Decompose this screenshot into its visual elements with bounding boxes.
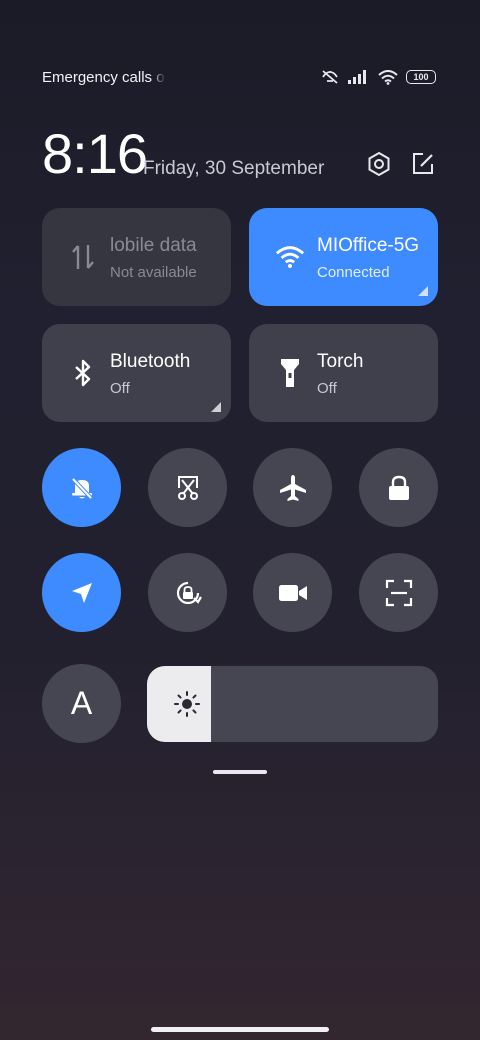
toggle-lock[interactable]	[359, 448, 438, 527]
muted-alert-icon	[320, 69, 340, 85]
clock-row: 8:16 Friday, 30 September	[42, 124, 436, 184]
toggle-screen-record[interactable]	[253, 553, 332, 632]
signal-icon	[348, 70, 370, 84]
sun-icon	[173, 690, 201, 718]
tile-wifi[interactable]: MIOffice-5G Connected	[249, 208, 438, 306]
tile-name: Bluetooth	[110, 351, 191, 372]
rotation-lock-icon	[172, 577, 204, 609]
battery-icon: 100	[406, 70, 436, 84]
font-size-icon: A	[70, 685, 93, 721]
status-bar: Emergency calls o 100	[42, 66, 436, 88]
clock-date: Friday, 30 September	[143, 158, 325, 179]
clock-time: 8:16	[42, 122, 148, 185]
toggle-location[interactable]	[42, 553, 121, 632]
header-actions	[366, 151, 436, 177]
toggle-silent[interactable]	[42, 448, 121, 527]
toggle-scanner[interactable]	[359, 553, 438, 632]
toggle-auto-rotate[interactable]	[148, 553, 227, 632]
mobile-data-icon	[68, 242, 98, 272]
bluetooth-icon	[68, 358, 98, 388]
expand-corner-icon[interactable]	[211, 402, 221, 412]
wifi-icon	[378, 69, 398, 85]
tile-mobile-data[interactable]: lobile data Not available	[42, 208, 231, 306]
wifi-icon	[275, 242, 305, 272]
tile-name: lobile data	[110, 235, 197, 256]
lock-icon	[386, 474, 412, 502]
bell-off-icon	[67, 473, 97, 503]
tile-state: Off	[110, 380, 130, 397]
carrier-text: Emergency calls o	[42, 68, 165, 86]
location-icon	[69, 580, 95, 606]
tile-state: Off	[317, 380, 337, 397]
home-gesture-bar[interactable]	[151, 1027, 329, 1032]
tile-torch[interactable]: Torch Off	[249, 324, 438, 422]
tile-name: MIOffice-5G	[317, 235, 420, 256]
expand-corner-icon[interactable]	[418, 286, 428, 296]
tile-state: Not available	[110, 264, 197, 281]
status-icons: 100	[320, 69, 436, 85]
settings-icon[interactable]	[366, 151, 392, 177]
toggle-font-size[interactable]: A	[42, 664, 121, 743]
tile-name: Torch	[317, 351, 364, 372]
panel-drag-handle[interactable]	[213, 770, 267, 774]
scissors-icon	[173, 473, 203, 503]
toggle-screenshot[interactable]	[148, 448, 227, 527]
edit-icon[interactable]	[410, 151, 436, 177]
tile-bluetooth[interactable]: Bluetooth Off	[42, 324, 231, 422]
tile-state: Connected	[317, 264, 390, 281]
toggle-airplane[interactable]	[253, 448, 332, 527]
scan-icon	[385, 579, 413, 607]
torch-icon	[275, 358, 305, 388]
airplane-icon	[278, 473, 308, 503]
brightness-slider[interactable]	[147, 666, 438, 742]
video-camera-icon	[278, 582, 308, 604]
